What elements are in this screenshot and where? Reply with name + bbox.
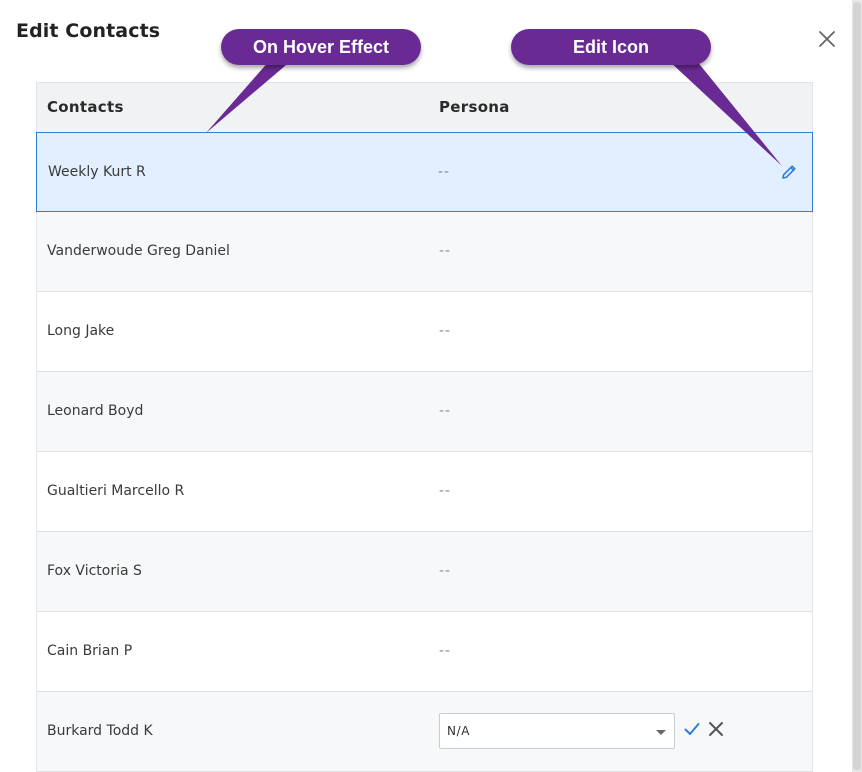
table-row[interactable]: Leonard Boyd -- xyxy=(37,372,812,452)
persona-value: -- xyxy=(439,563,452,579)
persona-value: -- xyxy=(439,323,452,339)
contact-name: Leonard Boyd xyxy=(47,403,144,419)
cancel-persona-button[interactable] xyxy=(707,720,725,738)
confirm-persona-button[interactable] xyxy=(683,720,701,738)
edit-contacts-dialog: Edit Contacts Contacts Persona Weekly Ku… xyxy=(0,0,852,772)
table-row[interactable]: Fox Victoria S -- xyxy=(37,532,812,612)
edit-icon-callout: Edit Icon xyxy=(511,29,711,65)
close-icon xyxy=(819,31,835,47)
contacts-table: Contacts Persona Weekly Kurt R -- Vander… xyxy=(36,82,813,772)
contact-name: Weekly Kurt R xyxy=(48,164,146,180)
dialog-title: Edit Contacts xyxy=(16,20,161,42)
close-icon xyxy=(709,722,723,736)
persona-value: -- xyxy=(439,643,452,659)
persona-select-value: N/A xyxy=(447,724,471,738)
persona-value: -- xyxy=(439,403,452,419)
contact-name: Fox Victoria S xyxy=(47,563,142,579)
persona-value: -- xyxy=(439,243,452,259)
caret-down-icon xyxy=(656,730,666,735)
table-row[interactable]: Gualtieri Marcello R -- xyxy=(37,452,812,532)
persona-select[interactable]: N/A xyxy=(439,713,675,749)
table-header: Contacts Persona xyxy=(37,83,812,133)
scrollbar[interactable] xyxy=(852,0,862,772)
table-row[interactable]: Cain Brian P -- xyxy=(37,612,812,692)
column-header-persona: Persona xyxy=(439,98,510,116)
persona-value: -- xyxy=(438,164,451,180)
table-row[interactable]: Burkard Todd K N/A xyxy=(37,692,812,772)
edit-persona-button[interactable] xyxy=(780,163,798,181)
persona-value: -- xyxy=(439,483,452,499)
scrollbar-thumb[interactable] xyxy=(853,2,861,770)
table-row[interactable]: Long Jake -- xyxy=(37,292,812,372)
table-row[interactable]: Weekly Kurt R -- xyxy=(36,132,813,212)
hover-effect-callout: On Hover Effect xyxy=(221,29,421,65)
contact-name: Long Jake xyxy=(47,323,115,339)
contact-name: Gualtieri Marcello R xyxy=(47,483,185,499)
contact-name: Cain Brian P xyxy=(47,643,133,659)
close-button[interactable] xyxy=(814,26,840,52)
contact-name: Burkard Todd K xyxy=(47,723,153,739)
contact-name: Vanderwoude Greg Daniel xyxy=(47,243,230,259)
column-header-contacts: Contacts xyxy=(47,98,124,116)
edit-icon-callout-label: Edit Icon xyxy=(573,36,649,57)
check-icon xyxy=(684,723,700,735)
hover-effect-callout-label: On Hover Effect xyxy=(252,36,390,57)
table-row[interactable]: Vanderwoude Greg Daniel -- xyxy=(37,212,812,292)
pencil-icon xyxy=(782,165,796,179)
